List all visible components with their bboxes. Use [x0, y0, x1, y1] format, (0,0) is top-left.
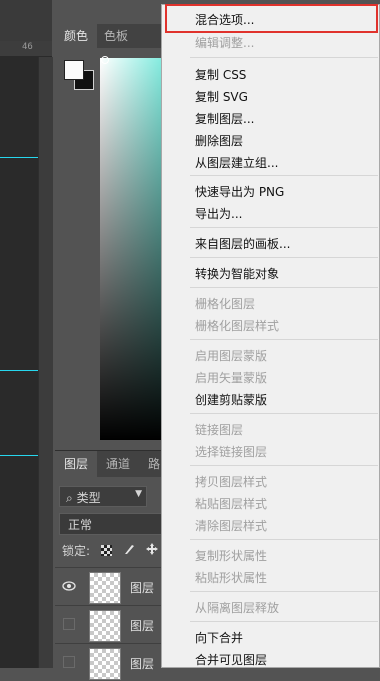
menu-separator: [190, 257, 378, 258]
menu-item-link-layers: 链接图层: [195, 423, 244, 437]
visibility-toggle[interactable]: [61, 616, 77, 632]
menu-separator: [190, 339, 378, 340]
menu-item-copy-svg[interactable]: 复制 SVG: [195, 88, 248, 105]
menu-item-group-from-layers[interactable]: 从图层建立组...: [195, 154, 278, 171]
menu-item-merge-down[interactable]: 向下合并: [195, 629, 243, 646]
layer-thumbnail: [89, 648, 121, 680]
menu-item-rasterize-layer-style: 栅格化图层样式: [195, 319, 280, 333]
menu-separator: [190, 465, 378, 466]
layer-name: 图层: [130, 581, 155, 595]
menu-separator: [190, 287, 378, 288]
eye-icon[interactable]: [61, 578, 77, 594]
menu-separator: [190, 413, 378, 414]
highlight-frame: [165, 4, 378, 33]
menu-item-paste-shape-attributes: 粘贴形状属性: [195, 571, 268, 585]
layer-kind-filter[interactable]: ⌕ 类型 ▼: [59, 486, 147, 507]
lock-image-pixels-icon[interactable]: [123, 542, 135, 560]
guide-line[interactable]: [0, 370, 38, 371]
lock-label: 锁定:: [62, 543, 91, 558]
menu-separator: [190, 539, 378, 540]
menu-item-release-from-isolation: 从隔离图层释放: [195, 601, 280, 615]
canvas-scrollbar[interactable]: [38, 57, 53, 668]
foreground-color-swatch[interactable]: [64, 60, 84, 80]
search-icon: ⌕: [66, 491, 73, 505]
tab-color[interactable]: 颜色: [55, 24, 98, 48]
menu-item-paste-layer-style: 粘贴图层样式: [195, 497, 268, 511]
layer-thumbnail: [89, 610, 121, 642]
lock-row: 锁定:: [62, 541, 165, 559]
menu-item-select-linked-layers: 选择链接图层: [195, 445, 268, 459]
menu-item-quick-export-png[interactable]: 快速导出为 PNG: [195, 183, 284, 200]
horizontal-ruler: 46: [0, 41, 52, 57]
chevron-down-icon: ▼: [135, 489, 142, 499]
ruler-mark: 46: [22, 42, 33, 52]
filter-label: 类型: [76, 491, 101, 505]
menu-item-merge-visible[interactable]: 合并可见图层: [195, 651, 267, 668]
menu-separator: [190, 591, 378, 592]
blend-mode-value: 正常: [68, 518, 93, 532]
tab-channels[interactable]: 通道: [97, 451, 139, 477]
menu-separator: [190, 227, 378, 228]
menu-item-copy-css[interactable]: 复制 CSS: [195, 66, 246, 83]
menu-separator: [190, 621, 378, 622]
menu-item-convert-to-smart-object[interactable]: 转换为智能对象: [195, 265, 279, 282]
menu-item-clear-layer-style: 清除图层样式: [195, 519, 268, 533]
layer-name: 图层: [130, 619, 155, 633]
menu-item-enable-layer-mask: 启用图层蒙版: [195, 349, 268, 363]
menu-item-copy-shape-attributes: 复制形状属性: [195, 549, 268, 563]
layer-name: 图层: [130, 657, 155, 671]
menu-item-edit-adjustment: 编辑调整...: [195, 36, 255, 50]
menu-item-duplicate-layer[interactable]: 复制图层...: [195, 110, 254, 127]
menu-item-delete-layer[interactable]: 删除图层: [195, 132, 243, 149]
menu-item-export-as[interactable]: 导出为...: [195, 205, 242, 222]
color-picker-cursor[interactable]: [101, 56, 109, 64]
tab-layers[interactable]: 图层: [55, 451, 98, 477]
menu-item-artboard-from-layers[interactable]: 来自图层的画板...: [195, 235, 290, 252]
menu-item-enable-vector-mask: 启用矢量蒙版: [195, 371, 268, 385]
tab-swatches[interactable]: 色板: [95, 24, 137, 48]
lock-position-icon[interactable]: [145, 542, 158, 560]
menu-separator: [190, 175, 378, 176]
menu-item-copy-layer-style: 拷贝图层样式: [195, 475, 268, 489]
guide-line[interactable]: [0, 455, 38, 456]
lock-transparent-pixels-icon[interactable]: [100, 545, 112, 556]
menu-item-rasterize-layer: 栅格化图层: [195, 297, 256, 311]
document-canvas[interactable]: [0, 57, 38, 668]
layer-thumbnail: [89, 572, 121, 604]
guide-line[interactable]: [0, 157, 38, 158]
menu-item-create-clipping-mask[interactable]: 创建剪贴蒙版: [195, 391, 267, 408]
menu-separator: [190, 57, 378, 58]
layer-context-menu: 混合选项... 编辑调整... 复制 CSS 复制 SVG 复制图层... 删除…: [161, 4, 380, 668]
